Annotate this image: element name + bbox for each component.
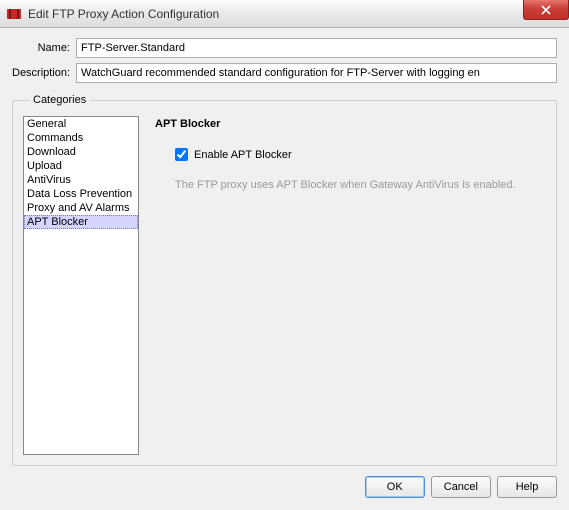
close-icon: [541, 5, 551, 15]
panel-title: APT Blocker: [155, 118, 546, 130]
category-item[interactable]: Data Loss Prevention: [24, 187, 138, 201]
ok-button[interactable]: OK: [365, 476, 425, 498]
dialog-buttons: OK Cancel Help: [12, 466, 557, 498]
categories-legend: Categories: [29, 94, 90, 106]
cancel-button[interactable]: Cancel: [431, 476, 491, 498]
window-title: Edit FTP Proxy Action Configuration: [28, 7, 219, 21]
enable-apt-blocker-row[interactable]: Enable APT Blocker: [175, 148, 546, 161]
category-item[interactable]: Proxy and AV Alarms: [24, 201, 138, 215]
category-item[interactable]: APT Blocker: [24, 215, 138, 229]
category-item[interactable]: Commands: [24, 131, 138, 145]
categories-group: Categories GeneralCommandsDownloadUpload…: [12, 94, 557, 466]
enable-apt-blocker-label: Enable APT Blocker: [194, 149, 292, 161]
description-label: Description:: [12, 67, 76, 79]
dialog-content: Name: Description: Categories GeneralCom…: [0, 28, 569, 510]
close-button[interactable]: [523, 0, 569, 20]
app-icon: [6, 6, 22, 22]
category-item[interactable]: Upload: [24, 159, 138, 173]
help-button[interactable]: Help: [497, 476, 557, 498]
window-titlebar: Edit FTP Proxy Action Configuration: [0, 0, 569, 28]
description-input[interactable]: [76, 63, 557, 83]
category-panel: APT Blocker Enable APT Blocker The FTP p…: [151, 116, 546, 455]
category-item[interactable]: General: [24, 117, 138, 131]
enable-apt-blocker-checkbox[interactable]: [175, 148, 188, 161]
name-input[interactable]: [76, 38, 557, 58]
category-item[interactable]: Download: [24, 145, 138, 159]
category-list[interactable]: GeneralCommandsDownloadUploadAntiVirusDa…: [23, 116, 139, 455]
category-item[interactable]: AntiVirus: [24, 173, 138, 187]
apt-blocker-note: The FTP proxy uses APT Blocker when Gate…: [175, 179, 546, 191]
name-label: Name:: [12, 42, 76, 54]
